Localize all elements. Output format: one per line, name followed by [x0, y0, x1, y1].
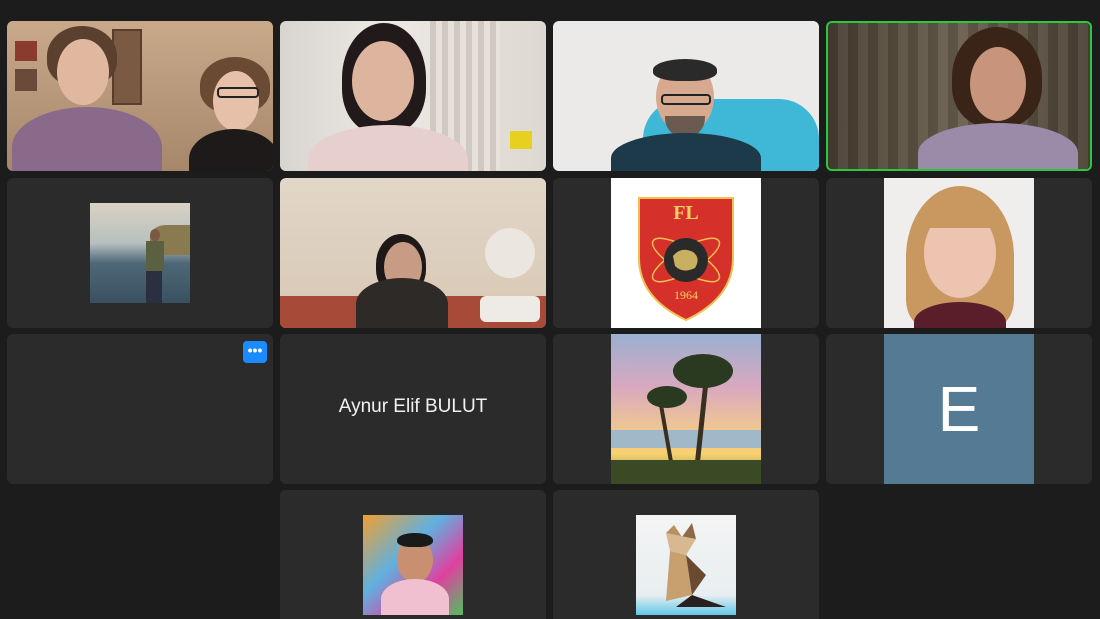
logo-year: 1964	[674, 288, 698, 302]
video-tile-1[interactable]	[7, 21, 273, 171]
initial-letter: E	[937, 373, 981, 445]
camera-feed	[553, 21, 819, 171]
origami-cat-svg	[666, 523, 726, 607]
participant-tile-5[interactable]	[7, 178, 273, 328]
participant-tile-11[interactable]	[553, 334, 819, 484]
participant-tile-9-blank[interactable]: •••	[7, 334, 273, 484]
palm-trees-sunset-photo	[611, 334, 761, 484]
camera-feed	[280, 21, 546, 171]
video-tile-3[interactable]	[553, 21, 819, 171]
video-tile-6[interactable]	[280, 178, 546, 328]
person-by-lake-photo	[90, 203, 190, 303]
logo-letters: FL	[673, 202, 699, 224]
fl-crest-logo: FL 1964	[611, 178, 761, 328]
participant-tile-12[interactable]: E	[826, 334, 1092, 484]
participant-tile-10[interactable]: Aynur Elif BULUT	[280, 334, 546, 484]
woman-portrait-photo	[884, 178, 1034, 328]
fl-crest-svg	[638, 197, 734, 322]
video-tile-2[interactable]	[280, 21, 546, 171]
camera-feed	[828, 23, 1090, 169]
more-options-button[interactable]: •••	[243, 341, 267, 363]
participant-tile-7[interactable]: FL 1964	[553, 178, 819, 328]
participant-tile-8[interactable]	[826, 178, 1092, 328]
participant-tile-14[interactable]	[553, 490, 819, 619]
man-graffiti-photo	[363, 515, 463, 615]
initial-avatar: E	[884, 334, 1034, 484]
participant-name: Aynur Elif BULUT	[338, 396, 488, 417]
participant-tile-13[interactable]	[280, 490, 546, 619]
origami-cat-photo	[636, 515, 736, 615]
camera-feed	[7, 21, 273, 171]
video-tile-4-active-speaker[interactable]	[826, 21, 1092, 171]
camera-feed	[280, 178, 546, 328]
